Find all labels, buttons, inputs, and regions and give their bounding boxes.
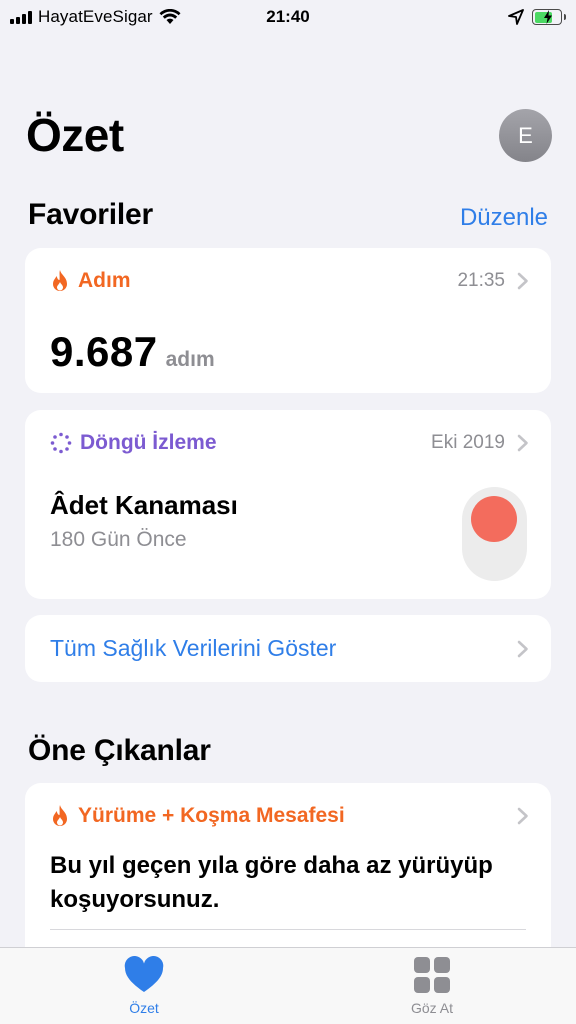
cycle-date: Eki 2019: [431, 432, 505, 453]
chevron-right-icon: [517, 640, 528, 657]
steps-timestamp: 21:35: [457, 270, 505, 291]
divider: [50, 929, 526, 930]
tab-summary-label: Özet: [129, 1000, 159, 1016]
show-all-health-data-button[interactable]: Tüm Sağlık Verilerini Göster: [25, 615, 551, 682]
cycle-title: Âdet Kanaması: [50, 490, 238, 520]
chevron-right-icon: [517, 272, 528, 290]
steps-unit: adım: [165, 348, 215, 371]
cycle-tracking-card[interactable]: Döngü İzleme Eki 2019 Âdet Kanaması 180 …: [25, 410, 551, 599]
edit-favorites-button[interactable]: Düzenle: [460, 204, 548, 232]
steps-card[interactable]: Adım 21:35 9.687 adım: [25, 248, 551, 393]
heart-icon: [124, 956, 164, 992]
steps-value: 9.687: [50, 328, 158, 375]
location-arrow-icon: [508, 9, 524, 25]
highlights-section-title: Öne Çıkanlar: [28, 734, 211, 767]
carrier-name: HayatEveSigar: [38, 7, 153, 26]
steps-category-label: Adım: [78, 269, 131, 292]
tab-summary[interactable]: Özet: [84, 956, 204, 1016]
period-dot: [471, 496, 517, 542]
chevron-right-icon: [517, 807, 528, 825]
chevron-right-icon: [517, 434, 528, 452]
cycle-tracking-icon: [50, 432, 72, 454]
flame-icon: [53, 270, 67, 291]
wifi-icon: [159, 9, 181, 24]
cycle-indicator: [462, 487, 527, 581]
flame-icon: [53, 805, 67, 826]
battery-icon: [532, 9, 566, 25]
profile-avatar[interactable]: E: [499, 109, 552, 162]
tab-browse-label: Göz At: [410, 1000, 454, 1016]
cycle-subtitle: 180 Gün Önce: [50, 528, 187, 551]
highlight-text: Bu yıl geçen yıla göre daha az yürüyüp k…: [50, 852, 493, 913]
tab-bar: Özet Göz At: [0, 947, 576, 1024]
show-all-label: Tüm Sağlık Verilerini Göster: [50, 635, 337, 661]
clock: 21:40: [266, 7, 310, 26]
page-title: Özet: [26, 109, 124, 161]
highlight-category-label: Yürüme + Koşma Mesafesi: [78, 804, 345, 827]
signal-strength-icon: [10, 10, 32, 24]
cycle-category-label: Döngü İzleme: [80, 431, 217, 454]
grid-icon: [414, 957, 450, 993]
status-bar: HayatEveSigar 21:40: [0, 0, 576, 34]
charging-bolt-icon: [543, 9, 552, 24]
favorites-section-title: Favoriler: [28, 198, 153, 231]
tab-browse[interactable]: Göz At: [372, 956, 492, 1016]
